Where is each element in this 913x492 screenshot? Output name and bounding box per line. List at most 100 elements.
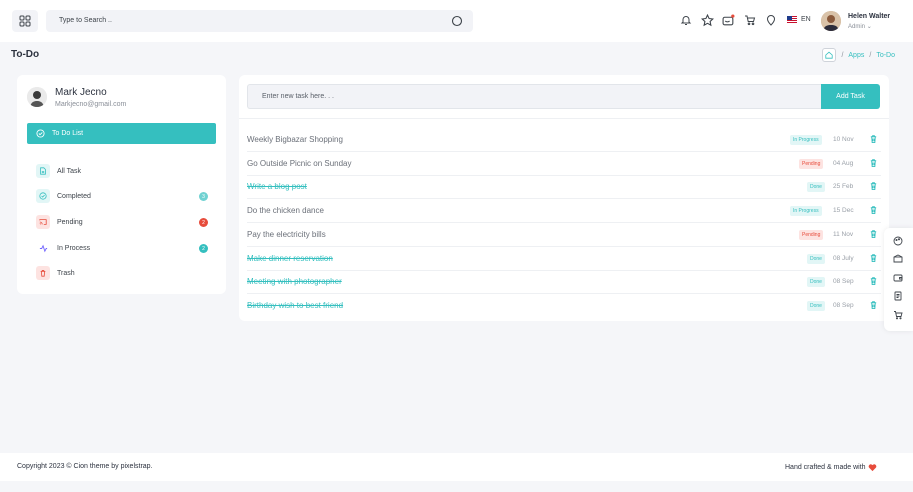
status-badge: Done [807,182,825,193]
profile-email: Markjecno@gmail.com [55,101,127,108]
notification-bell-icon[interactable] [679,13,693,27]
count-badge: 2 [199,244,208,253]
trash-icon[interactable] [869,134,878,144]
activity-icon [36,241,50,255]
status-badge: In Progress [790,135,822,145]
task-row[interactable]: Go Outside Picnic on Sunday Pending 04 Aug [247,152,881,176]
language-selector[interactable]: EN [787,16,811,23]
check-circle-icon [36,189,50,203]
task-date: 04 Aug [833,159,854,167]
search-input[interactable]: Type to Search .. [59,17,112,24]
sidebar-item-trash[interactable]: Trash [36,266,216,280]
palette-icon[interactable] [893,236,903,246]
task-date: 08 July [833,254,854,262]
language-label: EN [801,16,811,23]
breadcrumb: / Apps / To-Do [822,48,895,62]
customizer-panel [884,228,913,331]
trash-icon[interactable] [869,158,878,168]
task-row[interactable]: Pay the electricity bills Pending 11 Nov [247,223,881,247]
task-text[interactable]: Pay the electricity bills [247,230,326,239]
document-icon[interactable] [893,291,903,301]
cast-icon [36,215,50,229]
trash-icon[interactable] [869,229,878,239]
trash-icon [36,266,50,280]
grid-icon [19,15,31,27]
cart-icon[interactable] [893,310,903,320]
status-badge: Done [807,277,825,288]
new-task-placeholder: Enter new task here. . . [262,93,334,100]
sidebar-item-in-process[interactable]: In Process 2 [36,241,216,255]
us-flag-icon [787,16,797,23]
breadcrumb-apps[interactable]: Apps [848,52,864,59]
credit-text: Hand crafted & made with [785,463,877,472]
trash-icon[interactable] [869,205,878,215]
trash-icon[interactable] [869,253,878,263]
task-date: 08 Sep [833,301,854,309]
copyright-text: Copyright 2023 © Cion theme by pixelstra… [17,463,153,470]
new-task-input[interactable]: Enter new task here. . . [247,84,821,109]
profile-name: Mark Jecno [55,87,107,98]
breadcrumb-separator: / [841,51,844,59]
task-date: 25 Feb [833,183,854,191]
task-row[interactable]: Weekly Bigbazar Shopping In Progress 10 No… [247,128,881,152]
breadcrumb-separator: / [869,51,872,59]
task-text[interactable]: Go Outside Picnic on Sunday [247,159,352,168]
location-icon[interactable] [764,13,778,27]
page-title: To-Do [11,49,40,60]
sidebar-item-label: Completed [57,192,91,200]
search-bar[interactable]: Type to Search .. [46,10,473,32]
avatar[interactable] [821,11,841,31]
status-badge: Done [807,253,825,264]
task-date: 10 Nov [833,136,854,143]
cart-icon[interactable] [743,13,757,27]
sidebar-item-label: In Process [57,244,91,252]
file-icon [36,164,50,178]
status-badge: Done [807,300,825,311]
task-row[interactable]: Make dinner reservation Done 08 July [247,247,881,271]
trash-icon[interactable] [869,181,878,191]
tab-todo-list[interactable]: To Do List [27,123,216,144]
sidebar-item-all-task[interactable]: All Task [36,164,216,178]
box-icon[interactable] [893,254,903,264]
chevron-down-icon: ⌄ [866,24,872,30]
task-text[interactable]: Meeting with photographer [247,277,342,286]
task-text[interactable]: Make dinner reservation [247,254,333,263]
wallet-icon[interactable] [893,273,903,283]
sidebar-item-label: All Task [57,167,81,175]
task-row[interactable]: Do the chicken dance In Progress 15 Dec [247,199,881,224]
task-text[interactable]: Do the chicken dance [247,206,324,215]
task-date: 15 Dec [833,207,854,215]
task-date: 08 Sep [833,278,854,286]
task-text[interactable]: Write a blog post [247,182,307,191]
status-badge: Pending [799,229,824,240]
trash-icon[interactable] [869,300,878,310]
sidebar-item-completed[interactable]: Completed 3 [36,189,216,203]
search-icon[interactable] [451,15,463,27]
message-icon[interactable] [721,13,735,27]
add-task-button[interactable]: Add Task [821,84,880,109]
task-date: 11 Nov [833,230,854,238]
top-header: Type to Search .. EN Helen Walter Admin … [0,0,913,42]
trash-icon[interactable] [869,276,878,286]
todo-sidebar-card: Mark Jecno Markjecno@gmail.com To Do Lis… [17,75,226,294]
check-circle-icon [36,129,45,138]
sidebar-item-label: Trash [57,269,75,277]
home-icon[interactable] [822,48,837,62]
sidebar-item-pending[interactable]: Pending 2 [36,215,216,229]
status-badge: Pending [799,158,824,169]
task-text[interactable]: Weekly Bigbazar Shopping [247,135,343,144]
count-badge: 3 [199,192,208,201]
task-row[interactable]: Meeting with photographer Done 08 Sep [247,270,881,295]
star-icon[interactable] [700,13,714,27]
user-name[interactable]: Helen Walter [848,13,890,20]
divider [239,118,889,119]
task-row[interactable]: Birthday wish to best friend Done 08 Sep [247,294,881,318]
task-row[interactable]: Write a blog post Done 25 Feb [247,175,881,200]
count-badge: 2 [199,218,208,227]
user-role[interactable]: Admin ⌄ [848,23,872,30]
app-grid-button[interactable] [12,10,38,32]
heart-icon [868,464,876,472]
task-text[interactable]: Birthday wish to best friend [247,301,343,310]
status-badge: In Progress [790,206,822,217]
sidebar-item-label: Pending [57,218,83,226]
